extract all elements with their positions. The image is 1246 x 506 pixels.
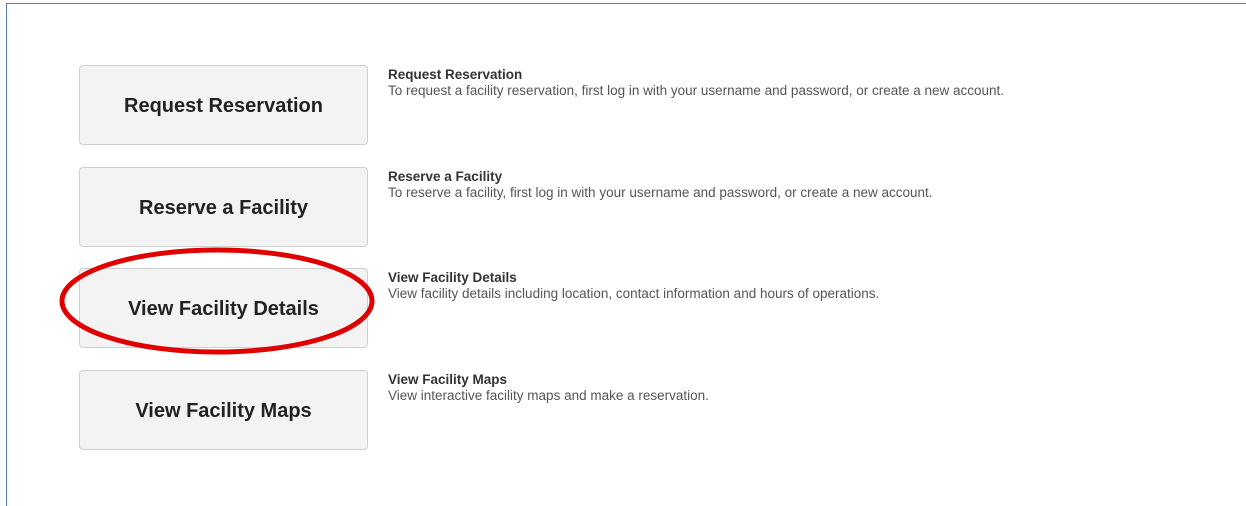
request-reservation-description-block: Request Reservation To request a facilit… [388, 67, 1228, 99]
reserve-facility-description: To reserve a facility, first log in with… [388, 185, 933, 200]
request-reservation-button-label: Request Reservation [124, 94, 323, 117]
view-facility-maps-button-label: View Facility Maps [135, 399, 312, 422]
view-facility-details-button-label: View Facility Details [128, 297, 319, 320]
request-reservation-button[interactable]: Request Reservation [79, 65, 368, 145]
action-row-view-facility-details: View Facility Details View Facility Deta… [79, 268, 1239, 348]
view-facility-maps-title: View Facility Maps [388, 372, 508, 387]
view-facility-details-description: View facility details including location… [388, 286, 880, 301]
view-facility-maps-description-block: View Facility Maps View interactive faci… [388, 372, 1228, 404]
request-reservation-title: Request Reservation [388, 67, 523, 82]
request-reservation-description: To request a facility reservation, first… [388, 83, 1005, 98]
action-row-reserve-facility: Reserve a Facility Reserve a Facility To… [79, 167, 1239, 247]
view-facility-maps-description: View interactive facility maps and make … [388, 388, 709, 403]
reserve-facility-title: Reserve a Facility [388, 169, 503, 184]
view-facility-details-description-block: View Facility Details View facility deta… [388, 270, 1228, 302]
view-facility-details-title: View Facility Details [388, 270, 517, 285]
action-row-view-facility-maps: View Facility Maps View Facility Maps Vi… [79, 370, 1239, 450]
reserve-facility-button-label: Reserve a Facility [139, 196, 308, 219]
view-facility-maps-button[interactable]: View Facility Maps [79, 370, 368, 450]
action-row-request-reservation: Request Reservation Request Reservation … [79, 65, 1239, 145]
view-facility-details-button[interactable]: View Facility Details [79, 268, 368, 348]
reserve-facility-button[interactable]: Reserve a Facility [79, 167, 368, 247]
reserve-facility-description-block: Reserve a Facility To reserve a facility… [388, 169, 1228, 201]
